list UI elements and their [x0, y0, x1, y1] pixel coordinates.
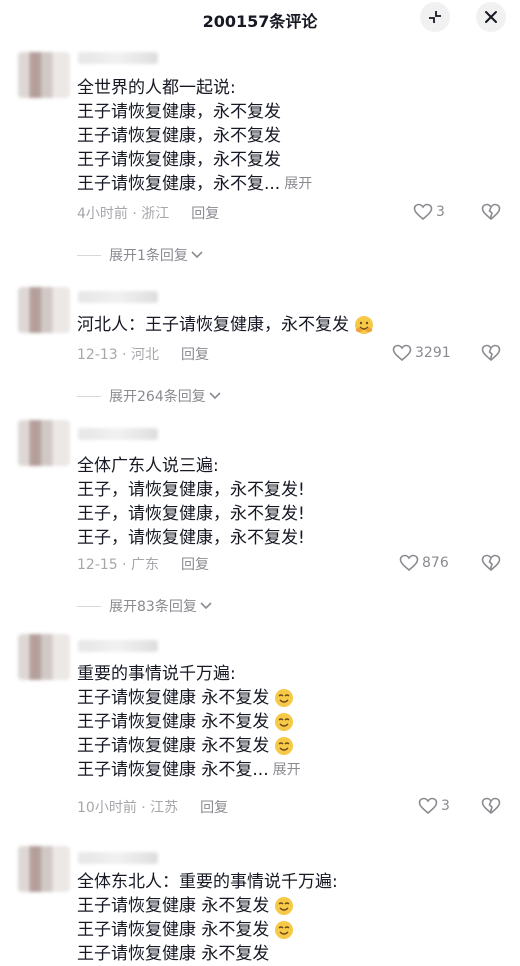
close-button[interactable]	[476, 2, 506, 32]
like-count: 3	[436, 204, 445, 220]
timestamp-location: 4小时前 · 浙江	[77, 206, 170, 222]
username-blurred[interactable]	[78, 428, 158, 440]
comment-line: 王子请恢复健康 永不复...	[77, 760, 269, 780]
heart-icon	[399, 554, 419, 572]
divider	[77, 605, 101, 607]
heart-icon	[392, 344, 412, 362]
expand-replies-button[interactable]: 展开83条回复	[77, 596, 213, 616]
expand-replies-label: 展开264条回复	[109, 389, 206, 405]
reply-button[interactable]: 回复	[191, 203, 219, 223]
dislike-button[interactable]	[481, 797, 501, 819]
comment-line: 王子请恢复健康 永不复发	[77, 688, 270, 708]
avatar[interactable]	[18, 287, 70, 333]
smile-emoji-icon	[275, 713, 294, 731]
like-button[interactable]: 3	[413, 203, 445, 221]
username-blurred[interactable]	[78, 640, 158, 652]
expand-replies-button[interactable]: 展开264条回复	[77, 386, 222, 406]
comment-line: 王子，请恢复健康，永不复发!	[77, 504, 305, 524]
timestamp-location: 10小时前 · 江苏	[77, 800, 179, 816]
comment-text: 全体东北人：重要的事情说千万遍: 王子请恢复健康 永不复发 王子请恢复健康 永不…	[77, 870, 338, 966]
comment-text: 重要的事情说千万遍: 王子请恢复健康 永不复发 王子请恢复健康 永不复发 王子请…	[77, 662, 301, 782]
comment-meta: 4小时前 · 浙江 回复	[77, 203, 219, 223]
dislike-button[interactable]	[481, 344, 501, 366]
chevron-down-icon	[209, 392, 221, 400]
comment-line: 重要的事情说千万遍:	[77, 664, 236, 684]
smile-emoji-icon	[275, 921, 294, 939]
comments-header: 200157条评论	[0, 0, 520, 36]
collapse-icon	[429, 11, 441, 23]
dislike-button[interactable]	[481, 203, 501, 225]
comment-line: 王子请恢复健康 永不复发	[77, 944, 270, 964]
collapse-button[interactable]	[420, 2, 450, 32]
comment-line: 王子请恢复健康，永不复...	[77, 174, 281, 194]
timestamp-location: 12-15 · 广东	[77, 557, 160, 573]
comment-line: 王子请恢复健康 永不复发	[77, 896, 270, 916]
expand-replies-label: 展开83条回复	[109, 599, 197, 615]
comment-line: 河北人：王子请恢复健康，永不复发	[77, 315, 349, 335]
username-blurred[interactable]	[78, 291, 158, 303]
comment-line: 王子请恢复健康，永不复发	[77, 102, 281, 122]
heart-icon	[418, 797, 438, 815]
comment-meta: 12-15 · 广东 回复	[77, 554, 209, 574]
avatar[interactable]	[18, 634, 70, 680]
reply-button[interactable]: 回复	[181, 554, 209, 574]
broken-heart-icon	[481, 203, 501, 221]
broken-heart-icon	[481, 554, 501, 572]
like-count: 876	[422, 555, 449, 571]
like-button[interactable]: 876	[399, 554, 449, 572]
like-count: 3	[441, 798, 450, 814]
smile-emoji-icon	[275, 897, 294, 915]
avatar[interactable]	[18, 846, 70, 892]
heart-icon	[413, 203, 433, 221]
like-button[interactable]: 3	[418, 797, 450, 815]
comment-text: 全世界的人都一起说: 王子请恢复健康，永不复发 王子请恢复健康，永不复发 王子请…	[77, 76, 312, 196]
reply-button[interactable]: 回复	[181, 344, 209, 364]
comment-text: 全体广东人说三遍: 王子，请恢复健康，永不复发! 王子，请恢复健康，永不复发! …	[77, 454, 305, 550]
reply-button[interactable]: 回复	[200, 797, 228, 817]
smile-emoji-icon	[275, 689, 294, 707]
comment-text: 河北人：王子请恢复健康，永不复发	[77, 313, 375, 337]
username-blurred[interactable]	[78, 852, 158, 864]
divider	[77, 395, 101, 397]
username-blurred[interactable]	[78, 52, 158, 64]
comment-line: 全世界的人都一起说:	[77, 78, 236, 98]
chevron-down-icon	[191, 251, 203, 259]
expand-replies-label: 展开1条回复	[109, 248, 188, 264]
chevron-down-icon	[200, 602, 212, 610]
broken-heart-icon	[481, 797, 501, 815]
comment-line: 王子请恢复健康 永不复发	[77, 712, 270, 732]
expand-text-link[interactable]: 展开	[284, 172, 312, 196]
comment-line: 王子，请恢复健康，永不复发!	[77, 528, 305, 548]
comment-line: 全体东北人：重要的事情说千万遍:	[77, 872, 338, 892]
close-icon	[485, 11, 497, 23]
expand-text-link[interactable]: 展开	[273, 758, 301, 782]
comment-meta: 10小时前 · 江苏 回复	[77, 797, 228, 817]
smile-emoji-icon	[275, 737, 294, 755]
comment-line: 全体广东人说三遍:	[77, 456, 219, 476]
comment-line: 王子，请恢复健康，永不复发!	[77, 480, 305, 500]
broken-heart-icon	[481, 344, 501, 362]
avatar[interactable]	[18, 420, 70, 466]
like-button[interactable]: 3291	[392, 344, 451, 362]
dislike-button[interactable]	[481, 554, 501, 576]
comment-line: 王子请恢复健康 永不复发	[77, 920, 270, 940]
comment-meta: 12-13 · 河北 回复	[77, 344, 209, 364]
comment-line: 王子请恢复健康，永不复发	[77, 126, 281, 146]
divider	[77, 254, 101, 256]
like-count: 3291	[415, 345, 451, 361]
expand-replies-button[interactable]: 展开1条回复	[77, 245, 204, 265]
comment-line: 王子请恢复健康 永不复发	[77, 736, 270, 756]
timestamp-location: 12-13 · 河北	[77, 347, 160, 363]
comment-line: 王子请恢复健康，永不复发	[77, 150, 281, 170]
avatar[interactable]	[18, 52, 70, 98]
hug-emoji-icon	[355, 316, 373, 334]
